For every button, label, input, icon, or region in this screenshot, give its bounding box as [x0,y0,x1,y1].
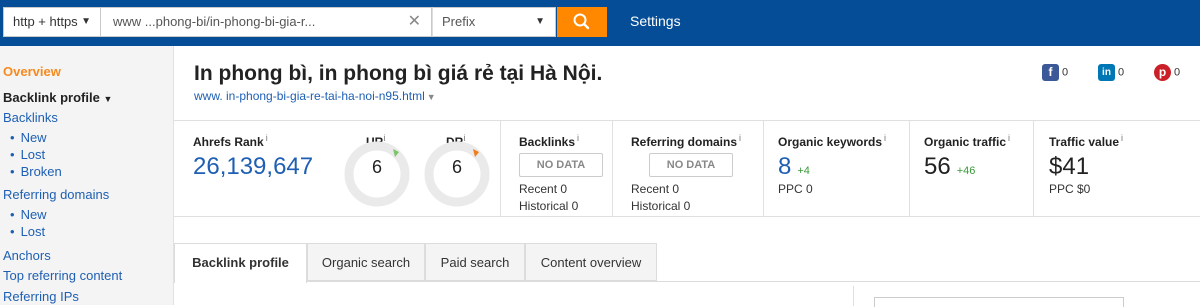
sidebar-item-label: New [20,207,47,222]
info-icon[interactable]: i [577,133,579,143]
url-input[interactable]: www ...phong-bi/in-phong-bi-gia-r... ✕ [101,7,432,37]
organic-keywords-value[interactable]: 8 +4 [778,153,810,181]
metric-organic-traffic: Organic traffic i 56 +46 [910,121,1034,216]
search-button[interactable] [557,7,607,37]
page-url-text: www. in-phong-bi-gia-re-tai-ha-noi-n95.h… [194,89,425,103]
info-icon[interactable]: i [266,133,268,143]
pinterest-icon: p [1154,64,1171,81]
panel-divider [853,286,854,306]
bullet: • [10,164,15,179]
ur-value[interactable]: 6 [344,157,410,178]
metric-backlinks: Backlinks i NO DATA Recent 0 Historical 0 [501,121,613,216]
sidebar-item-backlinks-lost[interactable]: • Lost [10,147,45,162]
referring-domains-historical: Historical 0 [631,199,691,213]
facebook-count: 0 [1062,66,1069,79]
bullet: • [10,224,15,239]
metric-label: Organic keywords i [778,133,887,149]
metric-label: Ahrefs Rank i [193,133,268,149]
facebook-share[interactable]: f0 [1042,64,1068,82]
metric-referring-domains: Referring domains i NO DATA Recent 0 Hist… [613,121,764,216]
organic-traffic-delta: +46 [956,165,976,177]
sidebar-item-top-referring-content[interactable]: Top referring content [3,268,122,283]
organic-traffic-value[interactable]: 56 +46 [924,153,975,181]
sidebar-section-backlink-profile[interactable]: Backlink profile ▼ [3,90,112,105]
info-icon[interactable]: i [1121,133,1123,143]
tab-backlink-profile[interactable]: Backlink profile [174,243,307,283]
traffic-value-ppc: PPC $0 [1049,182,1091,196]
organic-keywords-ppc: PPC 0 [778,182,813,196]
url-input-value: www ...phong-bi/in-phong-bi-gia-r... [113,14,316,29]
info-icon[interactable]: i [884,133,886,143]
sidebar-item-label: Broken [20,164,62,179]
caret-down-icon: ▼ [81,16,91,27]
metric-ahrefs-rank: Ahrefs Rank i 26,139,647 [174,121,331,216]
tab-organic-search[interactable]: Organic search [307,243,425,281]
page-url-link[interactable]: www. in-phong-bi-gia-re-tai-ha-noi-n95.h… [194,89,436,103]
organic-keywords-delta: +4 [797,165,810,177]
metrics-strip: Ahrefs Rank i 26,139,647 URi 6 DRi 6 Back… [174,120,1200,217]
linkedin-share[interactable]: in 0 [1098,64,1124,82]
settings-link[interactable]: Settings [630,13,681,29]
sidebar-item-backlinks-new[interactable]: • New [10,130,47,145]
metric-organic-keywords: Organic keywords i 8 +4 PPC 0 [764,121,910,216]
pinterest-share[interactable]: p0 [1154,64,1180,82]
info-icon[interactable]: i [739,133,741,143]
metric-label: Organic traffic i [924,133,1011,149]
sidebar-item-label: New [20,130,47,145]
linkedin-icon: in [1098,64,1115,81]
caret-down-icon: ▼ [535,16,545,27]
sidebar: Overview Backlink profile ▼ Backlinks • N… [0,46,174,305]
traffic-value-value[interactable]: $41 [1049,153,1089,181]
caret-down-icon: ▼ [426,92,436,102]
sidebar-item-referring-lost[interactable]: • Lost [10,224,45,239]
facebook-icon: f [1042,64,1059,81]
pinterest-count: 0 [1174,66,1181,79]
search-icon [573,13,590,30]
sidebar-item-referring-domains[interactable]: Referring domains [3,187,109,202]
tab-paid-search[interactable]: Paid search [425,243,525,281]
side-panel-box [874,297,1124,307]
sidebar-item-backlinks[interactable]: Backlinks [3,110,58,125]
referring-domains-no-data: NO DATA [649,153,733,177]
sidebar-item-referring-ips[interactable]: Referring IPs [3,289,79,304]
sidebar-item-backlinks-broken[interactable]: • Broken [10,164,62,179]
info-icon[interactable]: i [1008,133,1010,143]
tab-content-overview[interactable]: Content overview [525,243,657,281]
ahrefs-rank-value[interactable]: 26,139,647 [193,153,313,181]
metric-label: Backlinks i [519,133,580,149]
caret-down-icon: ▼ [103,94,113,104]
page-title: In phong bì, in phong bì giá rẻ tại Hà N… [194,62,603,85]
sidebar-item-label: Lost [20,147,46,162]
referring-domains-recent: Recent 0 [631,182,680,196]
mode-select[interactable]: Prefix ▼ [432,7,556,37]
metric-ur-dr: URi 6 DRi 6 [331,121,501,216]
sidebar-section-label: Backlink profile [3,90,100,105]
backlinks-historical: Historical 0 [519,199,579,213]
dr-value[interactable]: 6 [424,157,490,178]
sidebar-item-referring-new[interactable]: • New [10,207,47,222]
top-bar: http + https ▼ www ...phong-bi/in-phong-… [0,0,1200,46]
metric-label: Traffic value i [1049,133,1124,149]
bullet: • [10,207,15,222]
mode-value: Prefix [442,14,476,29]
sidebar-item-overview[interactable]: Overview [3,64,61,79]
backlinks-no-data: NO DATA [519,153,603,177]
sidebar-item-anchors[interactable]: Anchors [3,248,51,263]
linkedin-count: 0 [1118,66,1125,79]
metric-label: Referring domains i [631,133,742,149]
metric-traffic-value: Traffic value i $41 PPC $0 [1034,121,1200,216]
backlinks-recent: Recent 0 [519,182,568,196]
sidebar-item-label: Lost [20,224,46,239]
tab-bar: Backlink profile Organic search Paid sea… [174,243,1200,307]
protocol-select[interactable]: http + https ▼ [3,7,101,37]
bullet: • [10,147,15,162]
bullet: • [10,130,15,145]
clear-icon[interactable]: ✕ [408,8,421,36]
protocol-value: http + https [13,14,78,29]
